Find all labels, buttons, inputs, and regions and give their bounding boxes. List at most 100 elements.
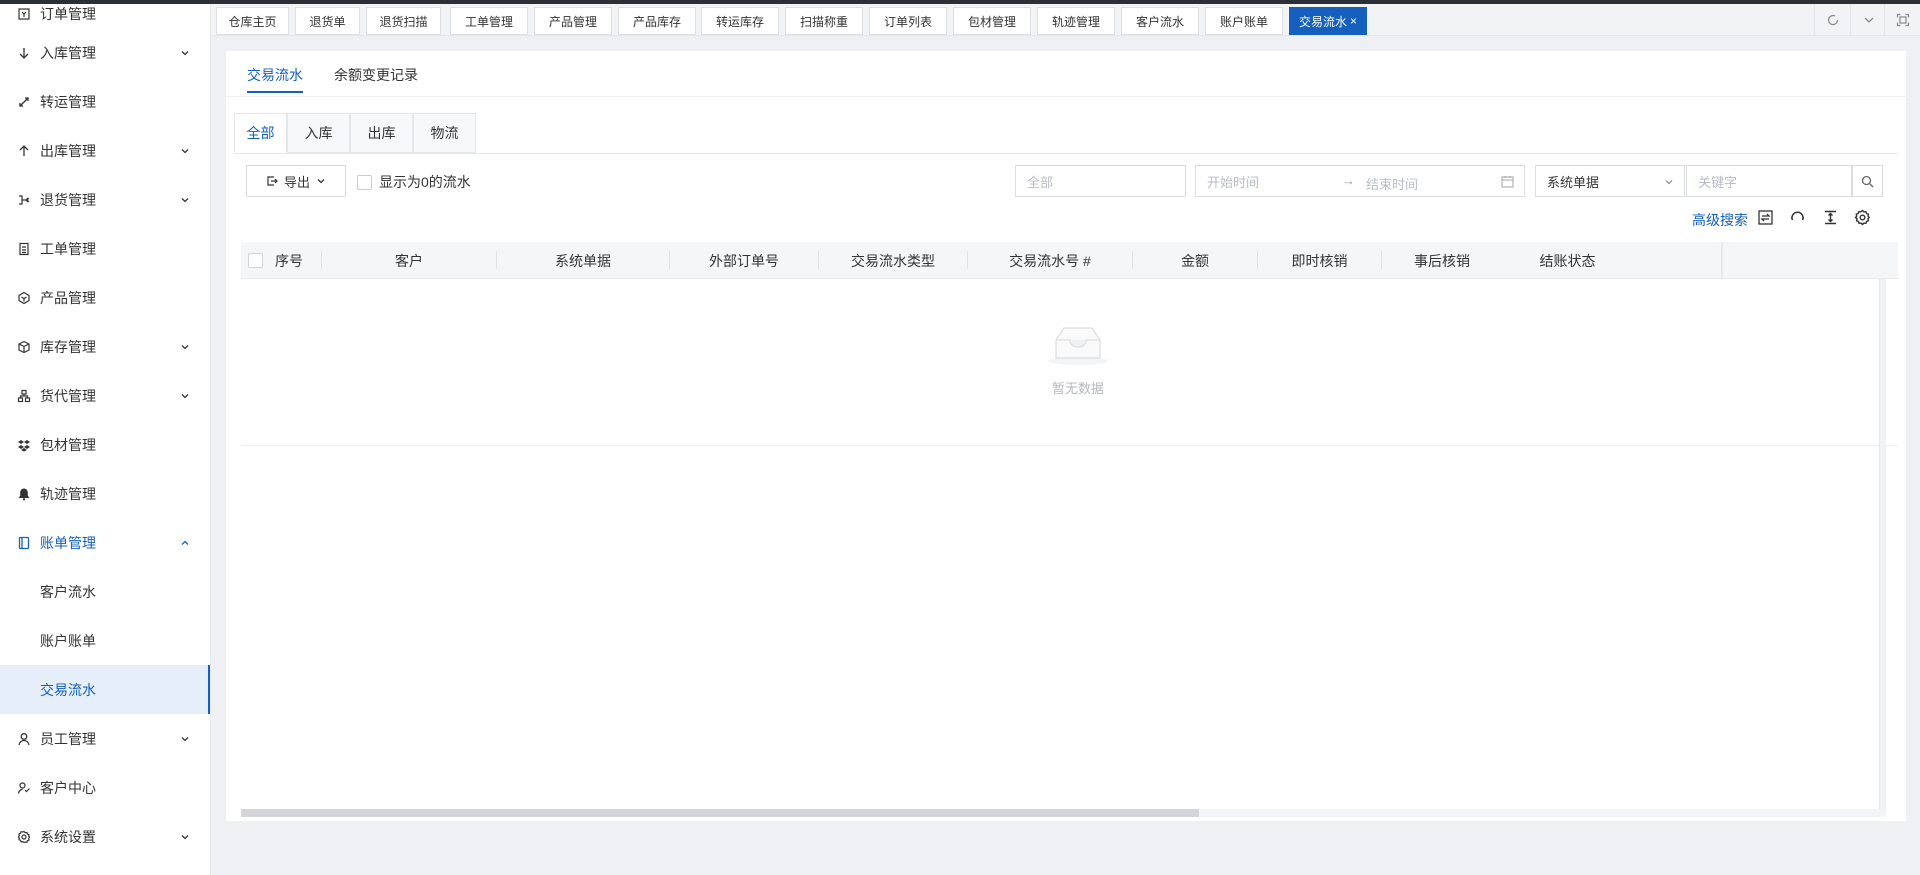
category-tab-logistics[interactable]: 物流 <box>413 113 476 153</box>
tab-dropdown-button[interactable] <box>1850 4 1886 36</box>
empty-inbox-icon <box>1048 327 1108 365</box>
fullscreen-icon <box>1896 13 1909 27</box>
sidebar-item-inventory[interactable]: 库存管理 <box>0 322 210 371</box>
system-doc-select-value: 系统单据 <box>1547 174 1600 190</box>
column-header-index[interactable]: 序号 <box>270 242 308 279</box>
chevron-down-icon <box>181 50 189 55</box>
column-header-instant-writeoff[interactable]: 即时核销 <box>1258 242 1381 279</box>
sidebar-item-label: 员工管理 <box>40 730 96 747</box>
show-zero-checkbox[interactable] <box>357 174 372 190</box>
return-icon <box>16 192 32 208</box>
sidebar-item-transfer[interactable]: 转运管理 <box>0 77 210 126</box>
package-material-icon <box>16 437 32 453</box>
tab-order-list[interactable]: 订单列表 <box>869 7 947 35</box>
show-zero-toggle[interactable]: 显示为0的流水 <box>357 172 471 192</box>
sidebar-item-returns[interactable]: 退货管理 <box>0 175 210 224</box>
customer-icon <box>16 780 32 796</box>
tab-warehouse-home[interactable]: 仓库主页 <box>216 7 289 35</box>
tab-label: 产品管理 <box>548 14 597 29</box>
sidebar-item-products[interactable]: 产品管理 <box>0 273 210 322</box>
column-header-post-writeoff[interactable]: 事后核销 <box>1382 242 1502 279</box>
user-icon <box>16 731 32 747</box>
tab-tickets[interactable]: 工单管理 <box>450 7 528 35</box>
column-header-amount[interactable]: 金额 <box>1133 242 1257 279</box>
sidebar-subitem-customer-flow[interactable]: 客户流水 <box>0 567 210 616</box>
sidebar-item-staff[interactable]: 员工管理 <box>0 714 210 763</box>
type-filter-input[interactable]: 全部 <box>1015 165 1186 197</box>
sidebar-item-tracking[interactable]: 轨迹管理 <box>0 469 210 518</box>
column-header-transaction-type[interactable]: 交易流水类型 <box>819 242 967 279</box>
table-header: 序号 客户 系统单据 外部订单号 交易流水类型 交易流水号 # 金额 即时核销 … <box>241 242 1898 279</box>
refresh-table-button[interactable] <box>1788 208 1806 226</box>
tab-tracking[interactable]: 轨迹管理 <box>1037 7 1115 35</box>
sidebar-subitem-label: 交易流水 <box>40 681 96 698</box>
select-all-checkbox[interactable] <box>248 253 263 268</box>
fullscreen-button[interactable] <box>1884 4 1920 36</box>
category-tab-all[interactable]: 全部 <box>234 113 287 153</box>
close-icon[interactable]: × <box>1350 14 1357 28</box>
tab-label: 客户流水 <box>1135 14 1184 29</box>
search-button[interactable] <box>1852 165 1883 197</box>
tab-product-stock[interactable]: 产品库存 <box>618 7 696 35</box>
export-label: 导出 <box>283 174 310 190</box>
date-range-picker[interactable]: 开始时间 → 结束时间 <box>1195 165 1525 197</box>
sidebar-subitem-transactions[interactable]: 交易流水 <box>0 665 210 714</box>
tab-label: 账户账单 <box>1219 14 1268 29</box>
sidebar-item-label: 转运管理 <box>40 93 96 110</box>
sidebar-item-orders[interactable]: 订单管理 <box>0 4 210 28</box>
sidebar-item-forwarder[interactable]: 货代管理 <box>0 371 210 420</box>
column-toggle-button[interactable] <box>1756 208 1774 226</box>
page-tabstrip: 仓库主页 退货单 退货扫描 工单管理 产品管理 产品库存 转运库存 扫描称重 订… <box>211 4 1920 36</box>
sidebar-item-tickets[interactable]: 工单管理 <box>0 224 210 273</box>
tab-account-bill[interactable]: 账户账单 <box>1205 7 1283 35</box>
column-header-settlement-status[interactable]: 结账状态 <box>1505 242 1630 279</box>
tab-scan-weigh[interactable]: 扫描称重 <box>785 7 863 35</box>
tab-label: 退货单 <box>309 14 346 29</box>
chevron-down-icon <box>181 197 189 202</box>
category-tab-inbound[interactable]: 入库 <box>287 113 350 153</box>
sidebar-item-packaging[interactable]: 包材管理 <box>0 420 210 469</box>
gear-icon <box>16 829 32 845</box>
advanced-search-link[interactable]: 高级搜索 <box>1692 210 1748 230</box>
tab-packaging[interactable]: 包材管理 <box>953 7 1031 35</box>
export-button[interactable]: 导出 <box>246 165 346 197</box>
row-height-button[interactable] <box>1821 208 1839 226</box>
sidebar-item-outbound[interactable]: 出库管理 <box>0 126 210 175</box>
keyword-input[interactable]: 关键字 <box>1686 165 1852 197</box>
tab-return-orders[interactable]: 退货单 <box>295 7 360 35</box>
tab-label: 包材管理 <box>967 14 1016 29</box>
sidebar-subitem-label: 账户账单 <box>40 632 96 649</box>
system-doc-select[interactable]: 系统单据 <box>1535 165 1685 197</box>
column-header-system-doc[interactable]: 系统单据 <box>497 242 669 279</box>
table-settings-button[interactable] <box>1853 208 1871 226</box>
sidebar-item-label: 产品管理 <box>40 289 96 306</box>
sidebar: 订单管理 入库管理 转运管理 出库管理 退货管理 工单管理 产品管理 库存管理 … <box>0 4 211 875</box>
tab-label: 仓库主页 <box>228 14 277 29</box>
subtab-transactions[interactable]: 交易流水 <box>247 65 303 93</box>
horizontal-scrollbar-thumb[interactable] <box>241 809 1199 817</box>
sidebar-item-billing[interactable]: 账单管理 <box>0 518 210 567</box>
sidebar-item-inbound[interactable]: 入库管理 <box>0 28 210 77</box>
tab-transactions[interactable]: 交易流水 × <box>1289 7 1367 35</box>
sidebar-item-label: 系统设置 <box>40 828 96 845</box>
export-icon <box>267 176 278 186</box>
tab-transfer-stock[interactable]: 转运库存 <box>701 7 779 35</box>
tab-customer-flow[interactable]: 客户流水 <box>1121 7 1199 35</box>
tab-return-scan[interactable]: 退货扫描 <box>366 7 441 35</box>
tab-products[interactable]: 产品管理 <box>534 7 612 35</box>
sidebar-item-customer-center[interactable]: 客户中心 <box>0 763 210 812</box>
vertical-scrollbar[interactable] <box>1879 279 1886 809</box>
subtab-balance-history[interactable]: 余额变更记录 <box>334 65 418 85</box>
chevron-down-icon <box>317 179 325 184</box>
keyword-placeholder: 关键字 <box>1698 174 1738 190</box>
sidebar-item-settings[interactable]: 系统设置 <box>0 812 210 861</box>
chevron-down-icon <box>181 736 189 741</box>
category-tab-outbound[interactable]: 出库 <box>350 113 413 153</box>
sidebar-subitem-account-bill[interactable]: 账户账单 <box>0 616 210 665</box>
column-header-external-order[interactable]: 外部订单号 <box>670 242 818 279</box>
search-icon <box>1861 175 1874 187</box>
ticket-icon <box>16 241 32 257</box>
refresh-button[interactable] <box>1814 4 1850 36</box>
column-header-customer[interactable]: 客户 <box>322 242 496 279</box>
column-header-transaction-no[interactable]: 交易流水号 # <box>968 242 1132 279</box>
